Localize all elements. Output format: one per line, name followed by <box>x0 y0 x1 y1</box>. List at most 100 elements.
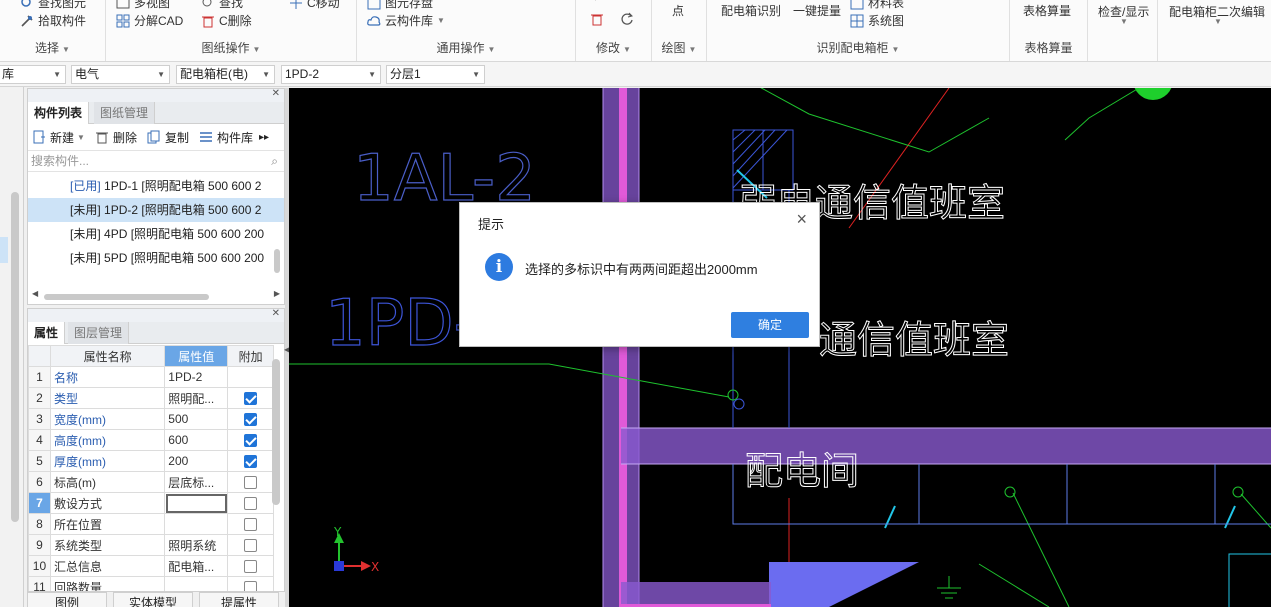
component-list-scrollbar[interactable] <box>274 249 280 273</box>
cloud-library-button[interactable]: 云构件库 ▼ <box>367 12 445 29</box>
property-value[interactable]: 层底标... <box>164 471 229 493</box>
property-value[interactable]: 1PD-2 <box>164 366 229 388</box>
table-quantity-button[interactable]: 表格算量 <box>1023 2 1071 19</box>
one-click-quantity-button[interactable]: 一键提量 <box>793 2 841 19</box>
horizontal-scrollbar[interactable]: ◀ ▶ <box>32 289 280 302</box>
tab-layer-management[interactable]: 图层管理 <box>68 322 130 344</box>
delete-component-button[interactable]: 删除 <box>95 129 137 146</box>
component-library-button[interactable]: 构件库 <box>199 129 253 146</box>
table-row[interactable]: 3 宽度(mm) 500 <box>28 408 274 430</box>
ribbon-group-label: 选择 ▼ <box>35 41 70 55</box>
property-name: 回路数量 <box>49 576 166 591</box>
table-row[interactable]: 7 敷设方式 <box>28 492 274 514</box>
additional-checkbox[interactable] <box>244 476 258 490</box>
new-component-button[interactable]: 新建 ▼ <box>32 129 85 146</box>
bottom-tab-extract-property[interactable]: 提属性 <box>199 592 279 607</box>
ribbon-group-label: 通用操作 ▼ <box>436 41 496 55</box>
property-table: 属性名称 属性值 附加 1 名称 1PD-2 2 类型 照明配... 3 宽度(mm) 500 4… <box>28 345 274 591</box>
table-row[interactable]: 4 高度(mm) 600 <box>28 429 274 451</box>
list-item[interactable]: [已用] 1PD-1 [照明配电箱 500 600 2 <box>28 174 284 198</box>
material-table-button[interactable]: 材料表 <box>850 0 904 11</box>
additional-checkbox[interactable] <box>244 455 258 469</box>
component-select[interactable]: 1PD-2 ▼ <box>281 65 381 84</box>
additional-checkbox[interactable] <box>244 497 258 511</box>
component-toolbar: 新建 ▼ 删除 复制 构件库 ▸▸ <box>28 125 284 149</box>
save-icon <box>367 0 381 10</box>
list-item[interactable]: [未用] 1PD-2 [照明配电箱 500 600 2 <box>28 198 284 222</box>
trash-icon <box>590 12 604 26</box>
property-value[interactable] <box>164 513 229 535</box>
bottom-tab-solid-model[interactable]: 实体模型 <box>113 592 193 607</box>
system-diagram-button[interactable]: 系统图 <box>850 12 904 29</box>
find-icon <box>20 0 34 10</box>
table-row[interactable]: 10 汇总信息 配电箱... <box>28 555 274 577</box>
property-value[interactable]: 照明配... <box>164 387 229 409</box>
save-element-button[interactable]: 图元存盘 <box>367 0 433 11</box>
more-tools-icon[interactable]: ▸▸ <box>259 132 269 143</box>
search-icon: ⌕ <box>271 154 278 168</box>
cad-label-distribution-room: 配电间 <box>745 449 859 493</box>
bottom-tab-legend[interactable]: 图例 <box>27 592 107 607</box>
modify-delete-button[interactable] <box>590 12 608 26</box>
pick-component-button[interactable]: 拾取构件 <box>20 12 86 29</box>
multi-view-button[interactable]: 多视图 <box>116 0 170 11</box>
cad-label-room-2: 通信值班室 <box>819 318 1009 362</box>
horizontal-scroll-thumb[interactable] <box>44 294 209 300</box>
property-value[interactable]: 600 <box>164 429 229 451</box>
scroll-left-icon[interactable]: ◀ <box>32 289 38 298</box>
close-icon[interactable]: × <box>796 209 807 229</box>
component-type-select[interactable]: 配电箱柜(电) ▼ <box>176 65 275 84</box>
point-draw-button[interactable]: 点 <box>672 2 684 19</box>
discipline-select[interactable]: 电气 ▼ <box>71 65 170 84</box>
table-row[interactable]: 1 名称 1PD-2 <box>28 366 274 388</box>
explode-cad-button[interactable]: 分解CAD <box>116 12 183 29</box>
cad-green-marker <box>1134 88 1172 100</box>
c-delete-button[interactable]: C删除 <box>201 12 252 29</box>
rotate-button[interactable] <box>620 12 638 26</box>
property-value[interactable]: 配电箱... <box>164 555 229 577</box>
list-item[interactable]: [未用] 4PD [照明配电箱 500 600 200 <box>28 222 284 246</box>
tab-drawing-management[interactable]: 图纸管理 <box>94 102 156 124</box>
component-search-input[interactable]: 搜索构件... ⌕ <box>28 150 284 172</box>
left-strip-scrollbar[interactable] <box>11 192 19 522</box>
copy-component-button[interactable]: 复制 <box>147 129 189 146</box>
additional-checkbox[interactable] <box>244 560 258 574</box>
table-row[interactable]: 11 回路数量 <box>28 576 274 591</box>
ok-button[interactable]: 确定 <box>731 312 809 338</box>
tab-properties[interactable]: 属性 <box>28 322 66 344</box>
close-icon[interactable]: ✕ <box>272 88 280 99</box>
additional-checkbox[interactable] <box>244 539 258 553</box>
table-row[interactable]: 8 所在位置 <box>28 513 274 535</box>
table-row[interactable]: 9 系统类型 照明系统 <box>28 534 274 556</box>
search-button[interactable]: 查找 <box>201 0 243 11</box>
property-value[interactable]: 500 <box>164 408 229 430</box>
property-value[interactable] <box>164 492 229 514</box>
tab-component-list[interactable]: 构件列表 <box>28 102 90 124</box>
property-value[interactable]: 200 <box>164 450 229 472</box>
property-value[interactable] <box>164 576 229 591</box>
property-scrollbar[interactable] <box>272 359 280 505</box>
ribbon-group-label: 图纸操作 ▼ <box>201 41 261 55</box>
list-item[interactable]: [未用] 5PD [照明配电箱 500 600 200 <box>28 246 284 270</box>
cad-canvas[interactable]: 1AL-2 1PD-2 弱电通信值班室 通信值班室 配电间 Y X <box>289 88 1271 607</box>
property-value[interactable]: 照明系统 <box>164 534 229 556</box>
additional-checkbox[interactable] <box>244 392 258 406</box>
component-panel-tabs: 构件列表 图纸管理 <box>28 102 284 124</box>
additional-checkbox[interactable] <box>244 518 258 532</box>
table-row[interactable]: 5 厚度(mm) 200 <box>28 450 274 472</box>
scroll-right-icon[interactable]: ▶ <box>274 289 280 298</box>
ribbon-toolbar: 查找图元 拾取构件 选择▼ 多视图 分解CAD 查找 C删除 C移动 图纸操作 <box>0 0 1271 62</box>
additional-checkbox[interactable] <box>244 581 258 591</box>
additional-checkbox[interactable] <box>244 413 258 427</box>
box-recognize-button[interactable]: 配电箱识别 <box>721 2 781 19</box>
cad-drawing[interactable]: 1AL-2 1PD-2 弱电通信值班室 通信值班室 配电间 Y X <box>289 88 1271 607</box>
modify-arrow-icon: ↓ <box>593 0 598 3</box>
close-icon[interactable]: ✕ <box>272 309 280 319</box>
additional-checkbox[interactable] <box>244 434 258 448</box>
floor-layer-select[interactable]: 分层1 ▼ <box>386 65 485 84</box>
library-select[interactable]: 库 ▼ <box>0 65 66 84</box>
c-move-button[interactable]: C移动 <box>289 0 340 11</box>
table-row[interactable]: 6 标高(m) 层底标... <box>28 471 274 493</box>
find-element-button[interactable]: 查找图元 <box>20 0 86 11</box>
table-row[interactable]: 2 类型 照明配... <box>28 387 274 409</box>
